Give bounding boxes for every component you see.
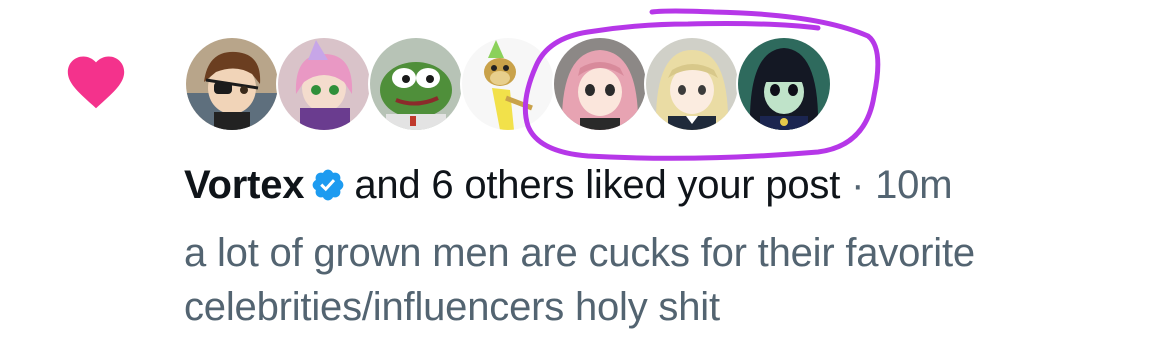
avatar-eyepatch-boy[interactable] <box>186 38 278 130</box>
action-text: and 6 others liked your post <box>354 163 841 207</box>
user-name[interactable]: Vortex <box>184 163 305 207</box>
post-preview-text[interactable]: a lot of grown men are cucks for their f… <box>184 226 1144 334</box>
avatar-pepe-frog[interactable] <box>370 38 462 130</box>
timestamp[interactable]: 10m <box>875 163 952 207</box>
like-notification[interactable]: Vortex and 6 others liked your post · 10m… <box>0 0 1170 352</box>
avatar-pink-hair-girl[interactable] <box>278 38 370 130</box>
separator-dot: · <box>851 163 865 207</box>
avatar-blonde-anime-girl[interactable] <box>646 38 738 130</box>
avatar-green-anime-girl[interactable] <box>738 38 830 130</box>
verified-badge-icon <box>310 165 346 201</box>
avatar-bored-ape[interactable] <box>462 38 554 130</box>
heart-icon <box>62 48 130 110</box>
notification-headline: Vortex and 6 others liked your post · 10m <box>184 160 953 210</box>
avatar-pink-anime-girl[interactable] <box>554 38 646 130</box>
